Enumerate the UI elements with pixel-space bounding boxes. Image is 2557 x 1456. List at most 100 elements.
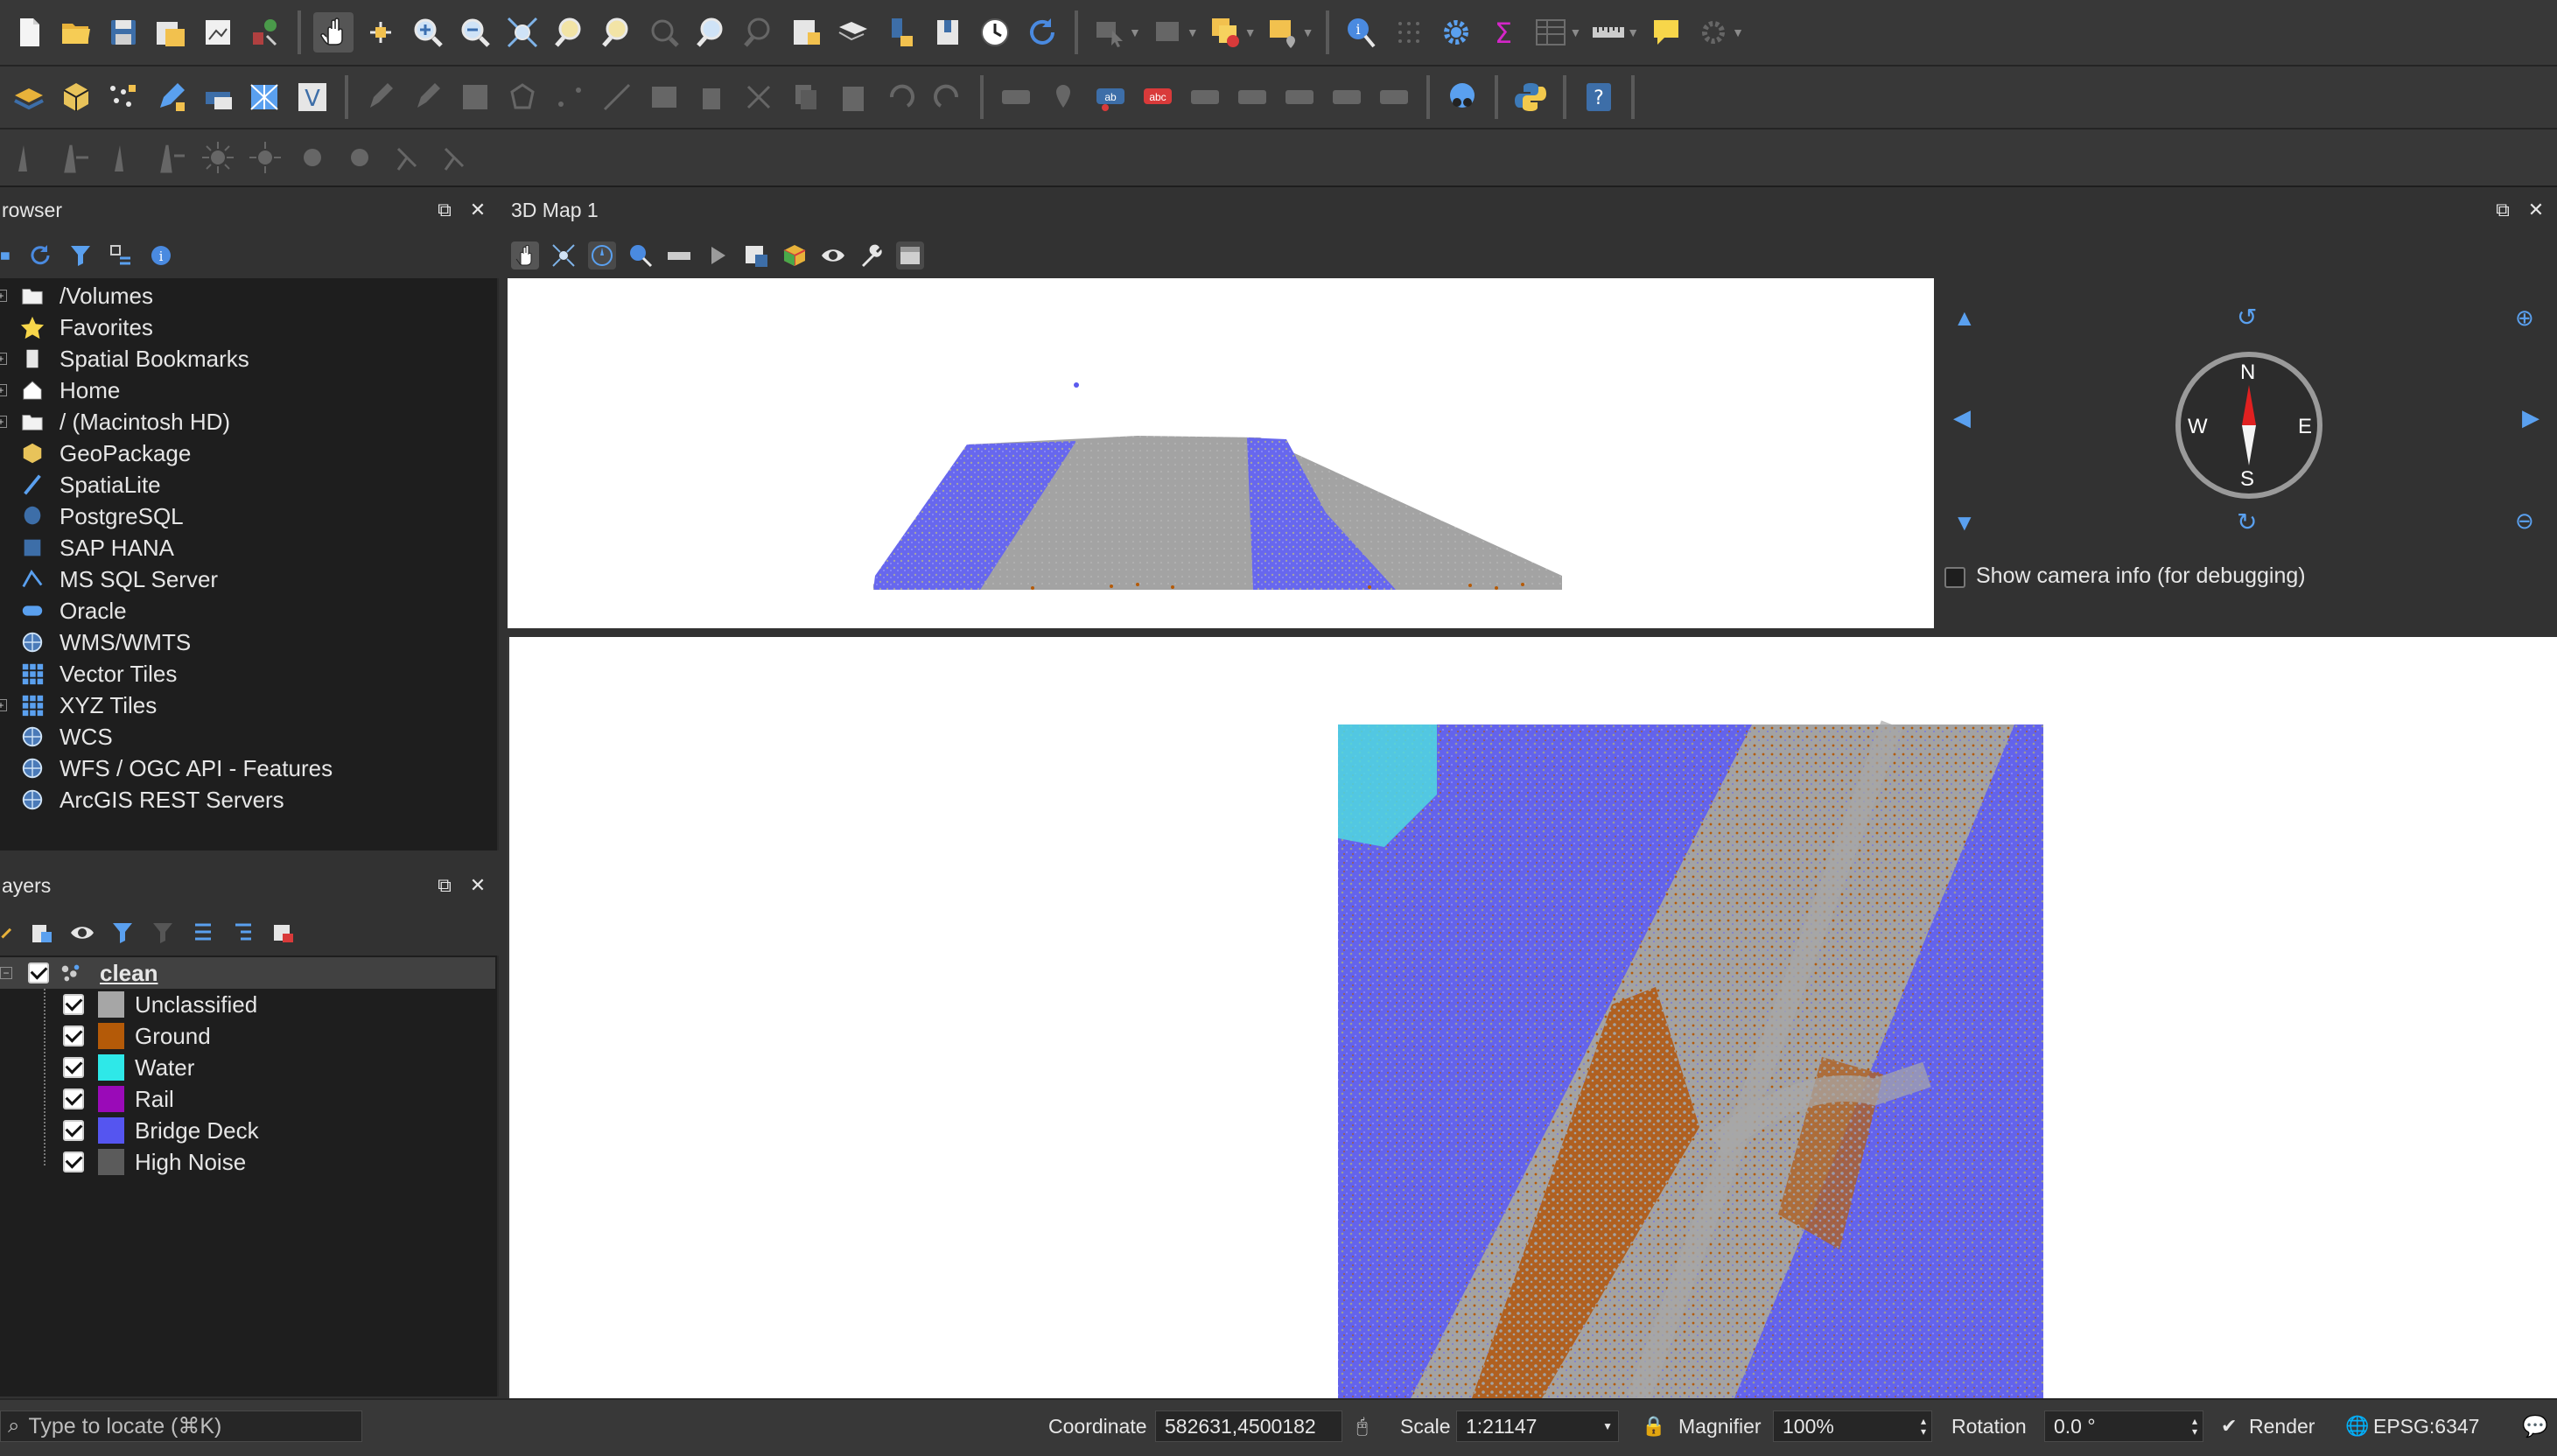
toggle-extents-icon[interactable]: 🖰 — [1356, 1410, 1368, 1442]
messages-icon[interactable]: 💬 — [2522, 1410, 2548, 1442]
add-feature-icon[interactable] — [502, 77, 543, 117]
float-panel-icon[interactable]: ⧉ — [432, 198, 457, 222]
float-panel-icon[interactable]: ⧉ — [2490, 198, 2515, 222]
label-pin2-icon[interactable] — [1185, 77, 1225, 117]
refresh-icon[interactable] — [1022, 12, 1062, 52]
style-manager-icon[interactable] — [245, 12, 285, 52]
zoom-out-icon[interactable] — [455, 12, 495, 52]
tilt-up-arrow-icon[interactable]: ▲ — [1953, 304, 1976, 332]
vertex-tool-icon[interactable] — [550, 77, 590, 117]
edit-pencil-icon[interactable] — [151, 77, 191, 117]
mesh-tool-1-icon[interactable] — [9, 137, 49, 178]
collapse-all-icon[interactable] — [229, 919, 257, 947]
sun-icon[interactable] — [198, 137, 238, 178]
chevron-down-icon[interactable]: ▼ — [1602, 1420, 1613, 1432]
expand-icon[interactable]: + — [0, 416, 7, 428]
identify-icon[interactable]: i — [1342, 12, 1382, 52]
open-project-icon[interactable] — [56, 12, 96, 52]
toggle-on-screen-nav-icon[interactable] — [588, 242, 616, 270]
save-edits-icon[interactable] — [455, 77, 495, 117]
visibility-eye-icon[interactable] — [68, 919, 96, 947]
add-selected-layers-icon[interactable] — [0, 242, 14, 270]
rotation-field[interactable]: 0.0 ° ▴ ▾ — [2044, 1410, 2203, 1442]
book-icon[interactable] — [928, 12, 968, 52]
map3d-canvas[interactable] — [508, 278, 1934, 628]
zoom-full-icon[interactable] — [502, 12, 543, 52]
remove-layer-icon[interactable] — [270, 919, 298, 947]
filter-icon[interactable] — [67, 242, 95, 270]
data-source-manager-icon[interactable] — [9, 77, 49, 117]
pin-2-icon[interactable] — [434, 137, 474, 178]
rotate-left-icon[interactable]: ↺ — [2237, 303, 2257, 332]
save-as-icon[interactable] — [151, 12, 191, 52]
legend-class-row[interactable]: Rail — [0, 1083, 495, 1115]
class-visibility-checkbox[interactable] — [63, 1057, 84, 1078]
legend-class-row[interactable]: Unclassified — [0, 989, 495, 1020]
copy-icon[interactable] — [786, 77, 826, 117]
dropdown-arrow-icon[interactable]: ▼ — [1302, 25, 1314, 39]
zoom-out-3d-icon[interactable]: ⊖ — [2515, 508, 2534, 535]
moon-2-icon[interactable] — [340, 137, 380, 178]
add-polygon-icon[interactable] — [198, 77, 238, 117]
expand-all-icon[interactable] — [189, 919, 217, 947]
options-icon[interactable] — [896, 242, 924, 270]
label-style-icon[interactable]: ab — [1090, 77, 1131, 117]
scene-visibility-eye-icon[interactable] — [819, 242, 847, 270]
refresh-icon[interactable] — [26, 242, 54, 270]
crs-globe-icon[interactable]: 🌐 — [2345, 1410, 2369, 1442]
dropdown-arrow-icon[interactable]: ▼ — [1732, 25, 1744, 39]
locate-input[interactable]: Type to locate (⌘K) — [28, 1413, 221, 1439]
zoom-last-icon[interactable] — [691, 12, 732, 52]
python-console-icon[interactable] — [1510, 77, 1551, 117]
legend-class-row[interactable]: Ground — [0, 1020, 495, 1052]
bookmark-pin-icon[interactable] — [880, 12, 921, 52]
label-abc-icon[interactable] — [996, 77, 1036, 117]
legend-class-row[interactable]: Water — [0, 1052, 495, 1083]
save-image-icon[interactable] — [742, 242, 770, 270]
filter-legend-icon[interactable] — [109, 919, 137, 947]
pan-to-selection-icon[interactable] — [361, 12, 401, 52]
settings-gear-icon[interactable] — [1693, 12, 1734, 52]
dropdown-arrow-icon[interactable]: ▼ — [1627, 25, 1639, 39]
measure-3d-icon[interactable] — [665, 242, 693, 270]
pan-right-arrow-icon[interactable]: ▶ — [2522, 404, 2539, 431]
expand-icon[interactable]: + — [0, 353, 7, 365]
configure-wrench-icon[interactable] — [858, 242, 886, 270]
new-project-icon[interactable] — [9, 12, 49, 52]
locator-bar[interactable]: ⌕ Type to locate (⌘K) — [0, 1410, 362, 1442]
spinner-icon[interactable]: ▴ ▾ — [2192, 1416, 2197, 1437]
camera-info-checkbox[interactable] — [1944, 567, 1965, 588]
add-group-icon[interactable] — [28, 919, 56, 947]
legend-class-row[interactable]: High Noise — [0, 1146, 495, 1178]
gear-icon[interactable] — [1436, 12, 1476, 52]
expand-icon[interactable]: + — [0, 384, 7, 396]
modify-attributes-icon[interactable] — [644, 77, 684, 117]
class-visibility-checkbox[interactable] — [63, 1088, 84, 1110]
label-show-icon[interactable] — [1374, 77, 1414, 117]
undo-icon[interactable] — [880, 77, 921, 117]
properties-info-icon[interactable]: i — [147, 242, 175, 270]
spinner-icon[interactable]: ▴ ▾ — [1921, 1416, 1926, 1437]
class-visibility-checkbox[interactable] — [63, 1120, 84, 1141]
select-location-icon[interactable] — [1264, 12, 1304, 52]
new-geopackage-icon[interactable] — [56, 77, 96, 117]
pin-icon[interactable] — [387, 137, 427, 178]
animations-play-icon[interactable] — [704, 242, 732, 270]
label-move-icon[interactable] — [1232, 77, 1272, 117]
class-visibility-checkbox[interactable] — [63, 1152, 84, 1172]
identify-3d-icon[interactable] — [627, 242, 655, 270]
deselect-icon[interactable] — [1206, 12, 1246, 52]
zoom-in-icon[interactable] — [408, 12, 448, 52]
mesh-tool-2-icon[interactable] — [56, 137, 96, 178]
map2d-canvas[interactable] — [508, 637, 2557, 1398]
help-icon[interactable]: ? — [1579, 77, 1619, 117]
metasearch-icon[interactable] — [1442, 77, 1482, 117]
coordinate-field[interactable]: 582631,4500182 — [1155, 1410, 1342, 1442]
statistics-sigma-icon[interactable]: Σ — [1483, 12, 1524, 52]
dropdown-arrow-icon[interactable]: ▼ — [1569, 25, 1581, 39]
scale-field[interactable]: 1:21147 ▼ — [1456, 1410, 1619, 1442]
label-red-abc-icon[interactable]: abc — [1138, 77, 1178, 117]
class-visibility-checkbox[interactable] — [63, 1026, 84, 1046]
save-project-icon[interactable] — [103, 12, 144, 52]
dropdown-arrow-icon[interactable]: ▼ — [1129, 25, 1141, 39]
